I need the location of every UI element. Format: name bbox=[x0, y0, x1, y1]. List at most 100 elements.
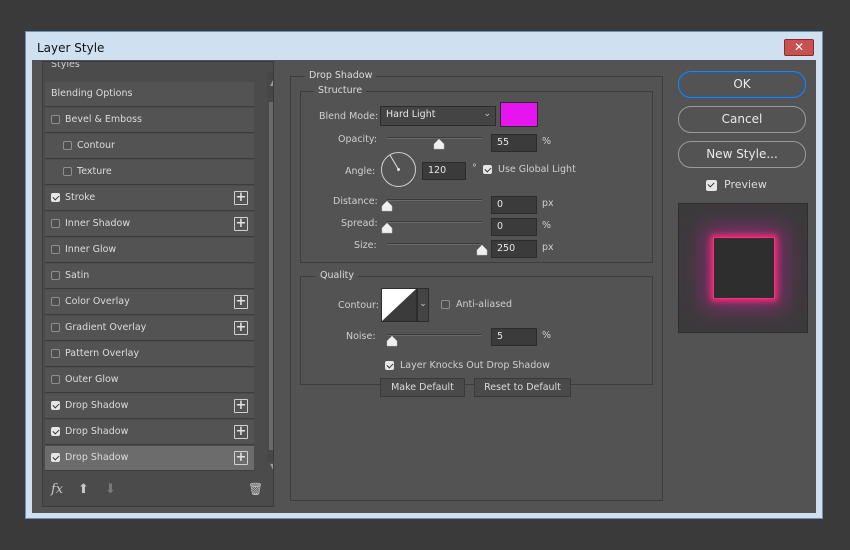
noise-slider-thumb[interactable] bbox=[386, 335, 398, 350]
opacity-label: Opacity: bbox=[338, 134, 378, 145]
dialog-client-area: Styles Blending Options Bevel & Emboss Con… bbox=[32, 60, 816, 513]
angle-dial[interactable] bbox=[381, 152, 416, 187]
distance-field[interactable]: 0 bbox=[491, 196, 537, 214]
size-slider-thumb[interactable] bbox=[476, 244, 488, 259]
style-enable-checkbox[interactable] bbox=[51, 453, 60, 462]
styles-list-item-label: Outer Glow bbox=[65, 374, 119, 385]
styles-list-item-label: Satin bbox=[65, 270, 90, 281]
new-style-button[interactable]: New Style... bbox=[678, 141, 806, 168]
styles-list-item[interactable]: Texture bbox=[45, 160, 254, 185]
blend-mode-value: Hard Light bbox=[386, 109, 436, 120]
spread-slider-thumb[interactable] bbox=[381, 222, 393, 237]
styles-list-item[interactable]: Inner Glow bbox=[45, 238, 254, 263]
style-enable-checkbox[interactable] bbox=[51, 427, 60, 436]
preview-thumbnail bbox=[678, 203, 808, 333]
size-slider-track[interactable] bbox=[387, 243, 482, 245]
list-scroll-thumb[interactable] bbox=[269, 102, 273, 450]
styles-list-item[interactable]: Gradient Overlay + bbox=[45, 316, 254, 341]
styles-list-item[interactable]: Bevel & Emboss bbox=[45, 108, 254, 133]
style-enable-checkbox[interactable] bbox=[51, 323, 60, 332]
styles-list-item[interactable]: Drop Shadow + bbox=[45, 394, 254, 419]
style-enable-checkbox[interactable] bbox=[51, 297, 60, 306]
styles-list-item[interactable]: Drop Shadow + bbox=[45, 446, 254, 471]
style-enable-checkbox[interactable] bbox=[51, 219, 60, 228]
styles-list-item-label: Contour bbox=[77, 140, 115, 151]
distance-slider-thumb[interactable] bbox=[381, 200, 393, 215]
spread-field[interactable]: 0 bbox=[491, 218, 537, 236]
distance-slider-track[interactable] bbox=[387, 199, 482, 201]
close-button[interactable]: ✕ bbox=[784, 39, 814, 56]
noise-slider-track[interactable] bbox=[387, 334, 482, 336]
style-enable-checkbox[interactable] bbox=[51, 349, 60, 358]
styles-list-item-label: Blending Options bbox=[51, 88, 133, 99]
add-style-instance-icon[interactable]: + bbox=[234, 295, 248, 309]
preview-label: Preview bbox=[724, 178, 767, 191]
trash-icon[interactable]: 🗑 bbox=[248, 482, 263, 496]
move-up-icon[interactable]: ⬆ bbox=[78, 482, 89, 497]
styles-list-item[interactable]: Drop Shadow + bbox=[45, 420, 254, 445]
styles-list-item-label: Inner Shadow bbox=[65, 218, 131, 229]
distance-unit: px bbox=[542, 198, 554, 209]
style-enable-checkbox[interactable] bbox=[51, 245, 60, 254]
add-style-instance-icon[interactable]: + bbox=[234, 425, 248, 439]
make-default-button[interactable]: Make Default bbox=[380, 378, 465, 397]
noise-field[interactable]: 5 bbox=[491, 328, 537, 346]
cancel-button[interactable]: Cancel bbox=[678, 106, 806, 133]
styles-list-item[interactable]: Satin bbox=[45, 264, 254, 289]
style-enable-checkbox[interactable] bbox=[63, 141, 72, 150]
scroll-up-arrow[interactable]: ▲ bbox=[270, 78, 273, 87]
styles-list-item-label: Stroke bbox=[65, 192, 96, 203]
use-global-light-checkbox[interactable] bbox=[483, 165, 492, 174]
fx-icon[interactable]: fx bbox=[51, 482, 63, 497]
ok-button[interactable]: OK bbox=[678, 71, 806, 98]
spread-unit: % bbox=[542, 220, 552, 231]
scroll-down-arrow[interactable]: ▼ bbox=[270, 462, 273, 471]
style-enable-checkbox[interactable] bbox=[63, 167, 72, 176]
structure-title: Structure bbox=[314, 85, 367, 96]
knocks-out-checkbox[interactable] bbox=[385, 361, 394, 370]
styles-list-item-label: Drop Shadow bbox=[65, 452, 129, 463]
styles-list-item[interactable]: Pattern Overlay bbox=[45, 342, 254, 367]
angle-field[interactable]: 120 bbox=[422, 162, 466, 180]
styles-list-item[interactable]: Outer Glow bbox=[45, 368, 254, 393]
chevron-down-icon: ⌄ bbox=[483, 109, 491, 119]
styles-list-item[interactable]: Stroke + bbox=[45, 186, 254, 211]
styles-list-item[interactable]: Color Overlay + bbox=[45, 290, 254, 315]
add-style-instance-icon[interactable]: + bbox=[234, 191, 248, 205]
style-enable-checkbox[interactable] bbox=[51, 193, 60, 202]
add-style-instance-icon[interactable]: + bbox=[234, 217, 248, 231]
reset-to-default-button[interactable]: Reset to Default bbox=[474, 378, 571, 397]
style-enable-checkbox[interactable] bbox=[51, 375, 60, 384]
anti-aliased-checkbox[interactable] bbox=[441, 300, 450, 309]
contour-picker[interactable] bbox=[381, 288, 417, 322]
styles-list-item-label: Drop Shadow bbox=[65, 426, 129, 437]
shadow-color-swatch[interactable] bbox=[500, 102, 538, 127]
opacity-field[interactable]: 55 bbox=[491, 134, 537, 152]
distance-label: Distance: bbox=[333, 196, 378, 207]
styles-header[interactable]: Styles bbox=[51, 62, 80, 70]
angle-needle bbox=[389, 154, 400, 171]
style-enable-checkbox[interactable] bbox=[51, 401, 60, 410]
title-bar[interactable]: Layer Style ✕ bbox=[26, 32, 822, 60]
opacity-slider-thumb[interactable] bbox=[433, 138, 445, 153]
add-style-instance-icon[interactable]: + bbox=[234, 321, 248, 335]
styles-list-item[interactable]: Blending Options bbox=[45, 82, 254, 107]
style-enable-checkbox[interactable] bbox=[51, 271, 60, 280]
styles-list-item[interactable]: Inner Shadow + bbox=[45, 212, 254, 237]
anti-aliased-label: Anti-aliased bbox=[456, 299, 513, 310]
spread-slider-track[interactable] bbox=[387, 221, 482, 223]
layer-style-dialog: Layer Style ✕ Styles Blending Options Bev… bbox=[25, 31, 823, 519]
preview-glow-square bbox=[713, 237, 775, 299]
size-field[interactable]: 250 bbox=[491, 240, 537, 258]
styles-list: Styles Blending Options Bevel & Emboss Con… bbox=[42, 61, 274, 507]
dialog-title: Layer Style bbox=[37, 41, 105, 55]
styles-list-item[interactable]: Contour bbox=[45, 134, 254, 159]
add-style-instance-icon[interactable]: + bbox=[234, 399, 248, 413]
noise-label: Noise: bbox=[346, 331, 376, 342]
contour-dropdown-chevron-icon[interactable]: ⌄ bbox=[417, 288, 429, 322]
preview-checkbox[interactable] bbox=[706, 180, 717, 191]
blend-mode-select[interactable]: Hard Light ⌄ bbox=[380, 106, 496, 126]
add-style-instance-icon[interactable]: + bbox=[234, 451, 248, 465]
move-down-icon[interactable]: ⬇ bbox=[105, 482, 116, 497]
style-enable-checkbox[interactable] bbox=[51, 115, 60, 124]
